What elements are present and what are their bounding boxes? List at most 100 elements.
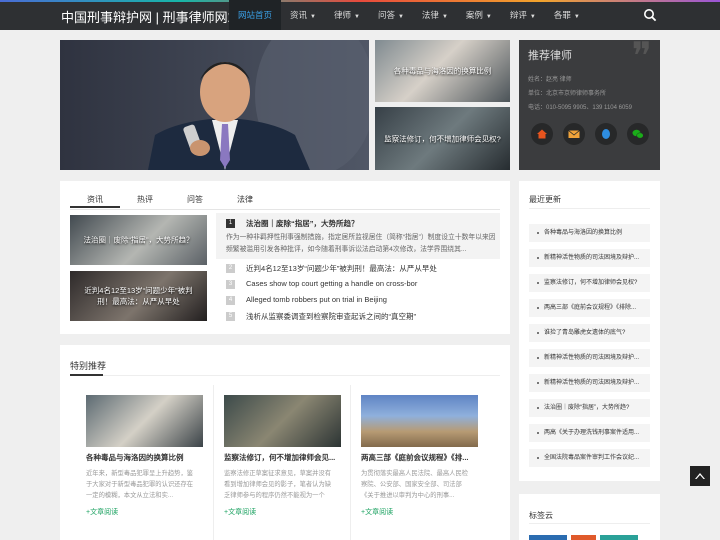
- chevron-down-icon: ▼: [573, 14, 580, 20]
- tag-item[interactable]: [600, 535, 638, 540]
- news-thumb-caption: 法治圈｜废除“指居”，大势所趋？: [83, 235, 194, 245]
- chevron-down-icon: ▼: [529, 14, 536, 20]
- divider: [70, 209, 500, 210]
- card-image[interactable]: [361, 395, 478, 447]
- divider: [70, 375, 500, 376]
- nav-item-4[interactable]: 法律 ▼: [413, 0, 457, 30]
- news-tabs: 资讯 热评 问答 法律: [70, 192, 270, 208]
- nav-item-label: 辩评: [509, 10, 527, 20]
- divider: [350, 385, 351, 540]
- nav-item-label: 案例: [465, 10, 483, 20]
- card-title[interactable]: 各种毒品与海洛因的换算比例: [86, 452, 184, 463]
- home-icon[interactable]: [531, 123, 553, 145]
- chevron-down-icon: ▼: [485, 14, 492, 20]
- nav-item-label: 网站首页: [238, 10, 273, 20]
- nav-item-0[interactable]: 网站首页: [229, 0, 282, 30]
- nav-item-label: 问答: [377, 10, 395, 20]
- hero-thumb-caption: 各种毒品与海洛因的换算比例: [393, 66, 492, 76]
- site-logo[interactable]: 中国刑事辩护网 | 刑事律师网站: [61, 7, 241, 26]
- recent-item[interactable]: 新精神活性物质的司法困境及辩护...: [529, 249, 650, 267]
- hero-image[interactable]: [60, 40, 369, 170]
- section-heading: 特别推荐: [70, 361, 107, 371]
- top-navbar: 中国刑事辩护网 | 刑事律师网站 网站首页 资讯 ▼ 律师 ▼ 问答 ▼ 法律 ▼ 案例 ▼ 辩评 ▼ 各…: [0, 0, 720, 30]
- read-more-link[interactable]: +文章阅读: [361, 507, 393, 517]
- nav-item-7[interactable]: 各罪 ▼: [545, 0, 589, 30]
- lawyer-unit: 单位：北京市京师律师事务所: [528, 91, 607, 97]
- nav-item-label: 资讯: [290, 10, 308, 20]
- recommended-lawyer-panel: 推荐律师 ❞ 姓名：赵亮 律师 单位：北京市京师律师事务所 电话：010-509…: [519, 34, 660, 170]
- tag-item[interactable]: [571, 535, 596, 540]
- card-desc: 监察法修正草案征求意见，草案并没有看到增加律师会见的影子，笔者认为缺乏律师参与的…: [224, 470, 332, 499]
- chevron-down-icon: ▼: [310, 14, 316, 20]
- section-heading: 标签云: [529, 511, 553, 520]
- hero-photo: [60, 40, 369, 170]
- hero-thumb-caption: 监察法修订，何不增加律师会见权?: [384, 134, 501, 143]
- featured-news-desc: 作为一种非羁押性刑事强制措施，指定居所监视居住（简称“指居”）制度设立十数年以来…: [226, 234, 496, 253]
- tab-news[interactable]: 资讯: [70, 192, 120, 208]
- recent-item[interactable]: 全国法院毒品案件审判工作会议纪...: [529, 449, 650, 467]
- rank-badge: 3: [226, 280, 235, 289]
- news-thumb-2[interactable]: 近判4名12至13岁“问题少年”被判刑！最高法：从严从早处: [70, 271, 207, 321]
- qq-icon[interactable]: [595, 123, 617, 145]
- main-nav: 网站首页 资讯 ▼ 律师 ▼ 问答 ▼ 法律 ▼ 案例 ▼ 辩评 ▼ 各罪 ▼: [229, 0, 589, 30]
- wechat-icon[interactable]: [627, 123, 649, 145]
- arrow-up-icon: [695, 473, 705, 479]
- nav-item-2[interactable]: 律师 ▼: [325, 0, 369, 30]
- nav-item-6[interactable]: 辩评 ▼: [501, 0, 545, 30]
- read-more-link[interactable]: +文章阅读: [86, 507, 118, 517]
- tag-item[interactable]: [529, 535, 567, 540]
- tag-cloud-panel: 标签云: [519, 494, 660, 540]
- divider: [529, 208, 650, 209]
- tab-hot-comments[interactable]: 热评: [120, 192, 170, 208]
- rank-badge: 1: [226, 219, 235, 228]
- heading-underline: [70, 374, 103, 376]
- card-image[interactable]: [86, 395, 203, 447]
- recent-item[interactable]: 新精神活性物质的司法困境及辩护...: [529, 349, 650, 367]
- nav-item-1[interactable]: 资讯 ▼: [281, 0, 325, 30]
- lawyer-phone: 电话：010-5095 9905、139 1104 6059: [528, 105, 632, 111]
- nav-item-label: 法律: [421, 10, 439, 20]
- rank-badge: 4: [226, 296, 235, 305]
- read-more-link[interactable]: +文章阅读: [224, 507, 256, 517]
- chevron-down-icon: ▼: [397, 14, 404, 20]
- featured-news-title[interactable]: 法治圈｜废除“指居”，大势所趋？: [246, 218, 359, 229]
- recent-item[interactable]: 两高三部《庭前会议规程》《排除...: [529, 299, 650, 317]
- recent-item[interactable]: 各种毒品与海洛因的换算比例: [529, 224, 650, 242]
- news-item-title[interactable]: 浅析从监察委调查到检察院审查起诉之间的“真空期”: [246, 311, 416, 322]
- chevron-down-icon: ▼: [441, 14, 448, 20]
- card-title[interactable]: 监察法修订，何不增加律师会见...: [224, 452, 335, 463]
- recent-item[interactable]: 谁捡了青岛雕虎女遗体的底气?: [529, 324, 650, 342]
- nav-item-5[interactable]: 案例 ▼: [457, 0, 501, 30]
- news-item-title[interactable]: 近判4名12至13岁“问题少年”被判刑！最高法：从严从早处: [246, 263, 437, 274]
- divider: [529, 523, 650, 524]
- lawyer-name: 姓名：赵亮 律师: [528, 77, 572, 83]
- section-heading: 最近更新: [529, 195, 561, 204]
- panel-title: 推荐律师: [528, 50, 572, 62]
- hero-thumb-1[interactable]: 各种毒品与海洛因的换算比例: [375, 40, 510, 102]
- nav-item-3[interactable]: 问答 ▼: [369, 0, 413, 30]
- recent-item[interactable]: 法治圈｜废除“指居”，大势所趋?: [529, 399, 650, 417]
- chevron-down-icon: ▼: [354, 14, 360, 20]
- divider: [213, 385, 214, 540]
- tab-law[interactable]: 法律: [220, 192, 270, 208]
- card-desc: 为贯彻落实最高人民法院、最高人民检察院、公安部、国家安全部、司法部《关于推进以审…: [361, 470, 469, 499]
- card-title[interactable]: 两高三部《庭前会议规程》《排...: [361, 452, 469, 463]
- card-image[interactable]: [224, 395, 341, 447]
- recent-item[interactable]: 新精神活性物质的司法困境及辩护...: [529, 374, 650, 392]
- news-item-title[interactable]: Cases show top court getting a handle on…: [246, 279, 417, 288]
- mail-icon[interactable]: [563, 123, 585, 145]
- news-item-title[interactable]: Alleged tomb robbers put on trial in Bei…: [246, 295, 387, 304]
- card-desc: 近年来，新型毒品犯罪呈上升趋势，鉴于大家对于新型毒品犯罪的认识还存在一定的模糊，…: [86, 470, 194, 499]
- news-thumb-1[interactable]: 法治圈｜废除“指居”，大势所趋？: [70, 215, 207, 265]
- back-to-top-button[interactable]: [690, 466, 710, 486]
- quote-mark-icon: ❞: [631, 34, 652, 78]
- hero-thumb-2[interactable]: 监察法修订，何不增加律师会见权?: [375, 107, 510, 170]
- rank-badge: 2: [226, 264, 235, 273]
- tab-qa[interactable]: 问答: [170, 192, 220, 208]
- news-thumb-caption: 近判4名12至13岁“问题少年”被判刑！最高法：从严从早处: [84, 286, 193, 306]
- nav-item-label: 律师: [333, 10, 351, 20]
- recent-item[interactable]: 监察法修订，何不增加律师会见权?: [529, 274, 650, 292]
- search-icon[interactable]: [643, 8, 657, 22]
- nav-item-label: 各罪: [553, 10, 571, 20]
- recent-item[interactable]: 两高《关于办理洗钱刑事案件适用...: [529, 424, 650, 442]
